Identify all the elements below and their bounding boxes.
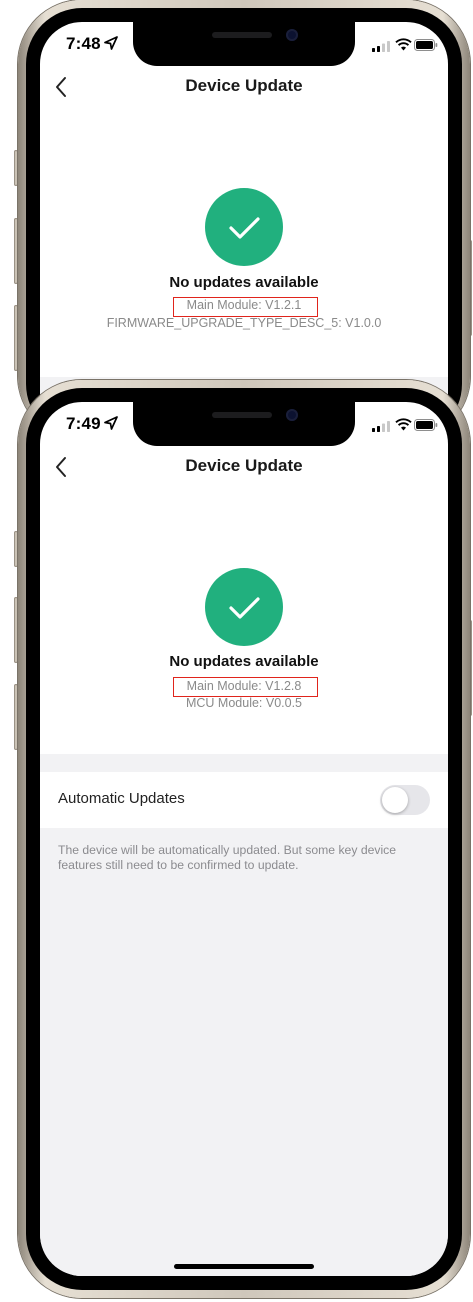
location-arrow-icon xyxy=(104,416,118,430)
wifi-icon xyxy=(395,38,412,51)
success-badge xyxy=(205,568,283,646)
section-gap xyxy=(40,754,448,772)
nav-bar: Device Update xyxy=(40,66,448,110)
settings-background xyxy=(40,754,448,1276)
secondary-module-version: FIRMWARE_UPGRADE_TYPE_DESC_5: V1.0.0 xyxy=(106,316,382,330)
location-arrow-icon xyxy=(104,36,118,50)
auto-updates-toggle[interactable] xyxy=(380,785,430,815)
status-time: 7:49 xyxy=(66,414,101,433)
phone-front: 7:49 Device Update No updates available … xyxy=(18,380,470,1298)
page-title: Device Update xyxy=(185,76,303,95)
mcu-module-version: MCU Module: V0.0.5 xyxy=(185,696,303,710)
checkmark-icon xyxy=(229,597,260,619)
phone-back-screen: 7:48 Device Update No updates available … xyxy=(40,22,448,440)
success-badge xyxy=(205,188,283,266)
toggle-knob xyxy=(382,787,408,813)
auto-updates-hint: The device will be automatically updated… xyxy=(58,843,397,872)
home-indicator[interactable] xyxy=(174,1264,314,1269)
signal-icon xyxy=(372,421,390,432)
auto-updates-row: Automatic Updates xyxy=(40,772,448,828)
status-time: 7:48 xyxy=(66,34,101,53)
signal-icon xyxy=(372,41,390,52)
auto-updates-label: Automatic Updates xyxy=(58,790,185,807)
status-bar: 7:48 xyxy=(40,22,448,66)
nav-bar: Device Update xyxy=(40,446,448,490)
battery-icon xyxy=(414,419,438,431)
checkmark-icon xyxy=(229,217,260,239)
page-title: Device Update xyxy=(185,456,303,475)
battery-icon xyxy=(414,39,438,51)
highlight-box-main-module-v121 xyxy=(173,297,318,317)
status-bar: 7:49 xyxy=(40,402,448,446)
phone-back: 7:48 Device Update No updates available … xyxy=(18,0,470,440)
status-headline: No updates available xyxy=(169,653,319,670)
highlight-box-main-module-v128 xyxy=(173,677,318,697)
wifi-icon xyxy=(395,418,412,431)
phone-front-screen: 7:49 Device Update No updates available … xyxy=(40,402,448,1276)
status-headline: No updates available xyxy=(169,274,319,291)
